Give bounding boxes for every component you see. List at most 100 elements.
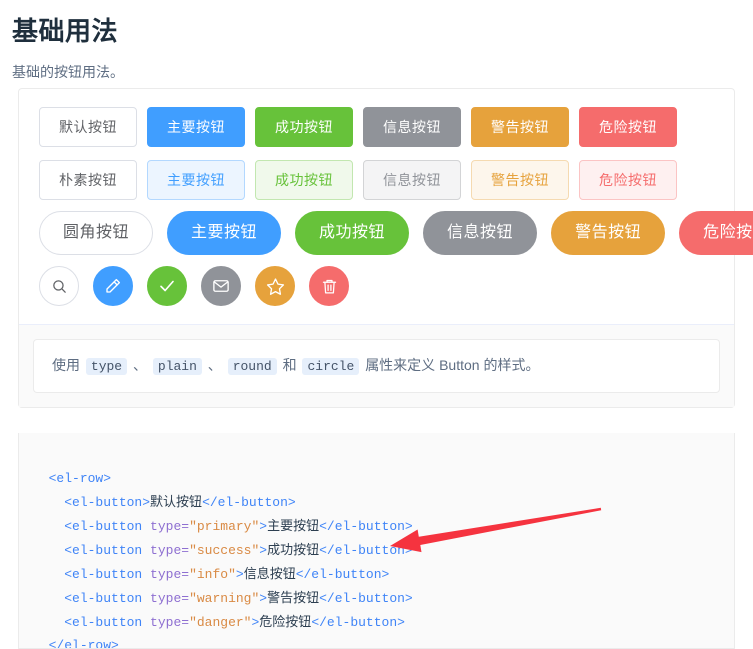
code-token-attr: type= bbox=[150, 543, 190, 558]
button-row-round: 圆角按钮 主要按钮 成功按钮 信息按钮 警告按钮 危险按钮 bbox=[39, 211, 753, 255]
button-plain-1[interactable]: 主要按钮 bbox=[147, 160, 245, 200]
code-token-tag: </el-button> bbox=[319, 543, 413, 558]
tip-conjunction: 和 bbox=[282, 357, 297, 373]
code-token-tag: </el-row> bbox=[48, 638, 119, 649]
button-search[interactable] bbox=[39, 266, 79, 306]
button-label: 成功按钮 bbox=[275, 172, 333, 188]
button-plain-4[interactable]: 警告按钮 bbox=[471, 160, 569, 200]
code-token-tag: <el-button bbox=[64, 543, 151, 558]
code-token-tag: > bbox=[259, 591, 268, 606]
button-default-3[interactable]: 信息按钮 bbox=[363, 107, 461, 147]
edit-icon bbox=[104, 277, 122, 295]
button-round-0[interactable]: 圆角按钮 bbox=[39, 211, 154, 255]
button-label: 圆角按钮 bbox=[63, 224, 130, 241]
button-default-2[interactable]: 成功按钮 bbox=[255, 107, 353, 147]
tip-code-plain: plain bbox=[152, 358, 202, 375]
button-label: 警告按钮 bbox=[491, 172, 549, 188]
button-message[interactable] bbox=[201, 266, 241, 306]
button-label: 警告按钮 bbox=[575, 224, 642, 241]
code-token-attr: type= bbox=[150, 519, 190, 534]
button-label: 危险按钮 bbox=[599, 172, 657, 188]
page-title: 基础用法 bbox=[12, 16, 119, 46]
tip-prefix: 使用 bbox=[52, 357, 80, 373]
code-token-tag: </el-button> bbox=[295, 567, 390, 582]
button-check[interactable] bbox=[147, 266, 187, 306]
code-line: <el-button type="info">信息按钮</el-button> bbox=[33, 566, 390, 582]
message-icon bbox=[212, 277, 230, 295]
button-round-5[interactable]: 危险按钮 bbox=[679, 211, 753, 255]
code-token-tag: <el-button bbox=[64, 567, 151, 582]
button-round-3[interactable]: 信息按钮 bbox=[423, 211, 538, 255]
button-plain-0[interactable]: 朴素按钮 bbox=[39, 160, 137, 200]
code-token-val: "warning" bbox=[189, 591, 260, 606]
code-block: <el-row> <el-button>默认按钮</el-button> <el… bbox=[18, 433, 735, 649]
tip-code-circle: circle bbox=[302, 358, 360, 375]
button-plain-3[interactable]: 信息按钮 bbox=[363, 160, 461, 200]
code-token-attr: type= bbox=[150, 615, 190, 630]
code-line: <el-button type="danger">危险按钮</el-button… bbox=[33, 614, 405, 630]
button-label: 成功按钮 bbox=[275, 119, 333, 135]
code-token-tag: > bbox=[235, 567, 244, 582]
button-edit[interactable] bbox=[93, 266, 133, 306]
star-icon bbox=[266, 277, 285, 296]
code-token-txt: 默认按钮 bbox=[150, 494, 203, 509]
button-delete[interactable] bbox=[309, 266, 349, 306]
button-default-0[interactable]: 默认按钮 bbox=[39, 107, 137, 147]
tip-suffix: 属性来定义 Button 的样式。 bbox=[365, 357, 540, 373]
code-token-txt: 信息按钮 bbox=[243, 566, 296, 581]
tip-text: 使用 type 、 plain 、 round 和 circle 属性来定义 B… bbox=[33, 339, 720, 393]
code-token-txt: 警告按钮 bbox=[267, 590, 320, 605]
button-label: 危险按钮 bbox=[599, 119, 657, 135]
button-default-1[interactable]: 主要按钮 bbox=[147, 107, 245, 147]
button-label: 成功按钮 bbox=[319, 224, 386, 241]
demo-card: 默认按钮 主要按钮 成功按钮 信息按钮 警告按钮 危险按钮 朴素按钮 主要按钮 成功按钮 信息按… bbox=[18, 88, 753, 408]
code-token-attr: type= bbox=[150, 567, 190, 582]
code-token-txt: 主要按钮 bbox=[267, 518, 320, 533]
button-star[interactable] bbox=[255, 266, 295, 306]
tip-separator-2: 、 bbox=[207, 357, 222, 373]
search-icon bbox=[51, 278, 68, 295]
button-default-5[interactable]: 危险按钮 bbox=[579, 107, 677, 147]
code-token-val: "info" bbox=[189, 567, 236, 582]
code-line: <el-button type="primary">主要按钮</el-butto… bbox=[33, 518, 413, 534]
button-default-4[interactable]: 警告按钮 bbox=[471, 107, 569, 147]
button-row-default: 默认按钮 主要按钮 成功按钮 信息按钮 警告按钮 危险按钮 bbox=[39, 107, 714, 147]
button-label: 默认按钮 bbox=[59, 119, 117, 135]
tip-code-type: type bbox=[85, 358, 128, 375]
button-label: 主要按钮 bbox=[191, 224, 258, 241]
code-token-tag: <el-button bbox=[64, 519, 151, 534]
tip-separator-1: 、 bbox=[133, 357, 147, 373]
code-token-tag: <el-button bbox=[64, 591, 151, 606]
button-plain-5[interactable]: 危险按钮 bbox=[579, 160, 677, 200]
button-round-2[interactable]: 成功按钮 bbox=[295, 211, 410, 255]
tip-code-round: round bbox=[227, 358, 277, 375]
button-label: 主要按钮 bbox=[167, 119, 225, 135]
code-token-tag: </el-button> bbox=[319, 591, 413, 606]
button-label: 信息按钮 bbox=[383, 119, 441, 135]
button-plain-2[interactable]: 成功按钮 bbox=[255, 160, 353, 200]
button-round-1[interactable]: 主要按钮 bbox=[167, 211, 282, 255]
code-token-val: "danger" bbox=[189, 615, 252, 630]
button-label: 信息按钮 bbox=[383, 172, 441, 188]
code-line: </el-row> bbox=[33, 638, 119, 649]
demo-buttons-area: 默认按钮 主要按钮 成功按钮 信息按钮 警告按钮 危险按钮 朴素按钮 主要按钮 成功按钮 信息按… bbox=[19, 89, 753, 324]
code-source: <el-row> <el-button>默认按钮</el-button> <el… bbox=[19, 433, 734, 649]
button-round-4[interactable]: 警告按钮 bbox=[551, 211, 666, 255]
code-token-tag: </el-button> bbox=[311, 615, 405, 630]
tip-section: 使用 type 、 plain 、 round 和 circle 属性来定义 B… bbox=[19, 325, 734, 407]
code-line: <el-button type="success">成功按钮</el-butto… bbox=[33, 542, 413, 558]
code-line: <el-button>默认按钮</el-button> bbox=[33, 494, 296, 510]
code-token-txt: 危险按钮 bbox=[259, 614, 312, 629]
code-token-txt: 成功按钮 bbox=[267, 542, 320, 557]
code-token-tag: </el-button> bbox=[319, 519, 413, 534]
code-token-val: "primary" bbox=[189, 519, 260, 534]
check-icon bbox=[158, 277, 176, 295]
code-token-tag: <el-button> bbox=[64, 495, 151, 510]
code-token-tag: <el-button bbox=[64, 615, 151, 630]
code-token-tag: <el-row> bbox=[48, 471, 112, 486]
code-token-tag: </el-button> bbox=[202, 495, 296, 510]
code-token-val: "success" bbox=[189, 543, 260, 558]
delete-icon bbox=[321, 278, 338, 295]
button-label: 信息按钮 bbox=[447, 224, 514, 241]
button-label: 危险按钮 bbox=[703, 224, 753, 241]
